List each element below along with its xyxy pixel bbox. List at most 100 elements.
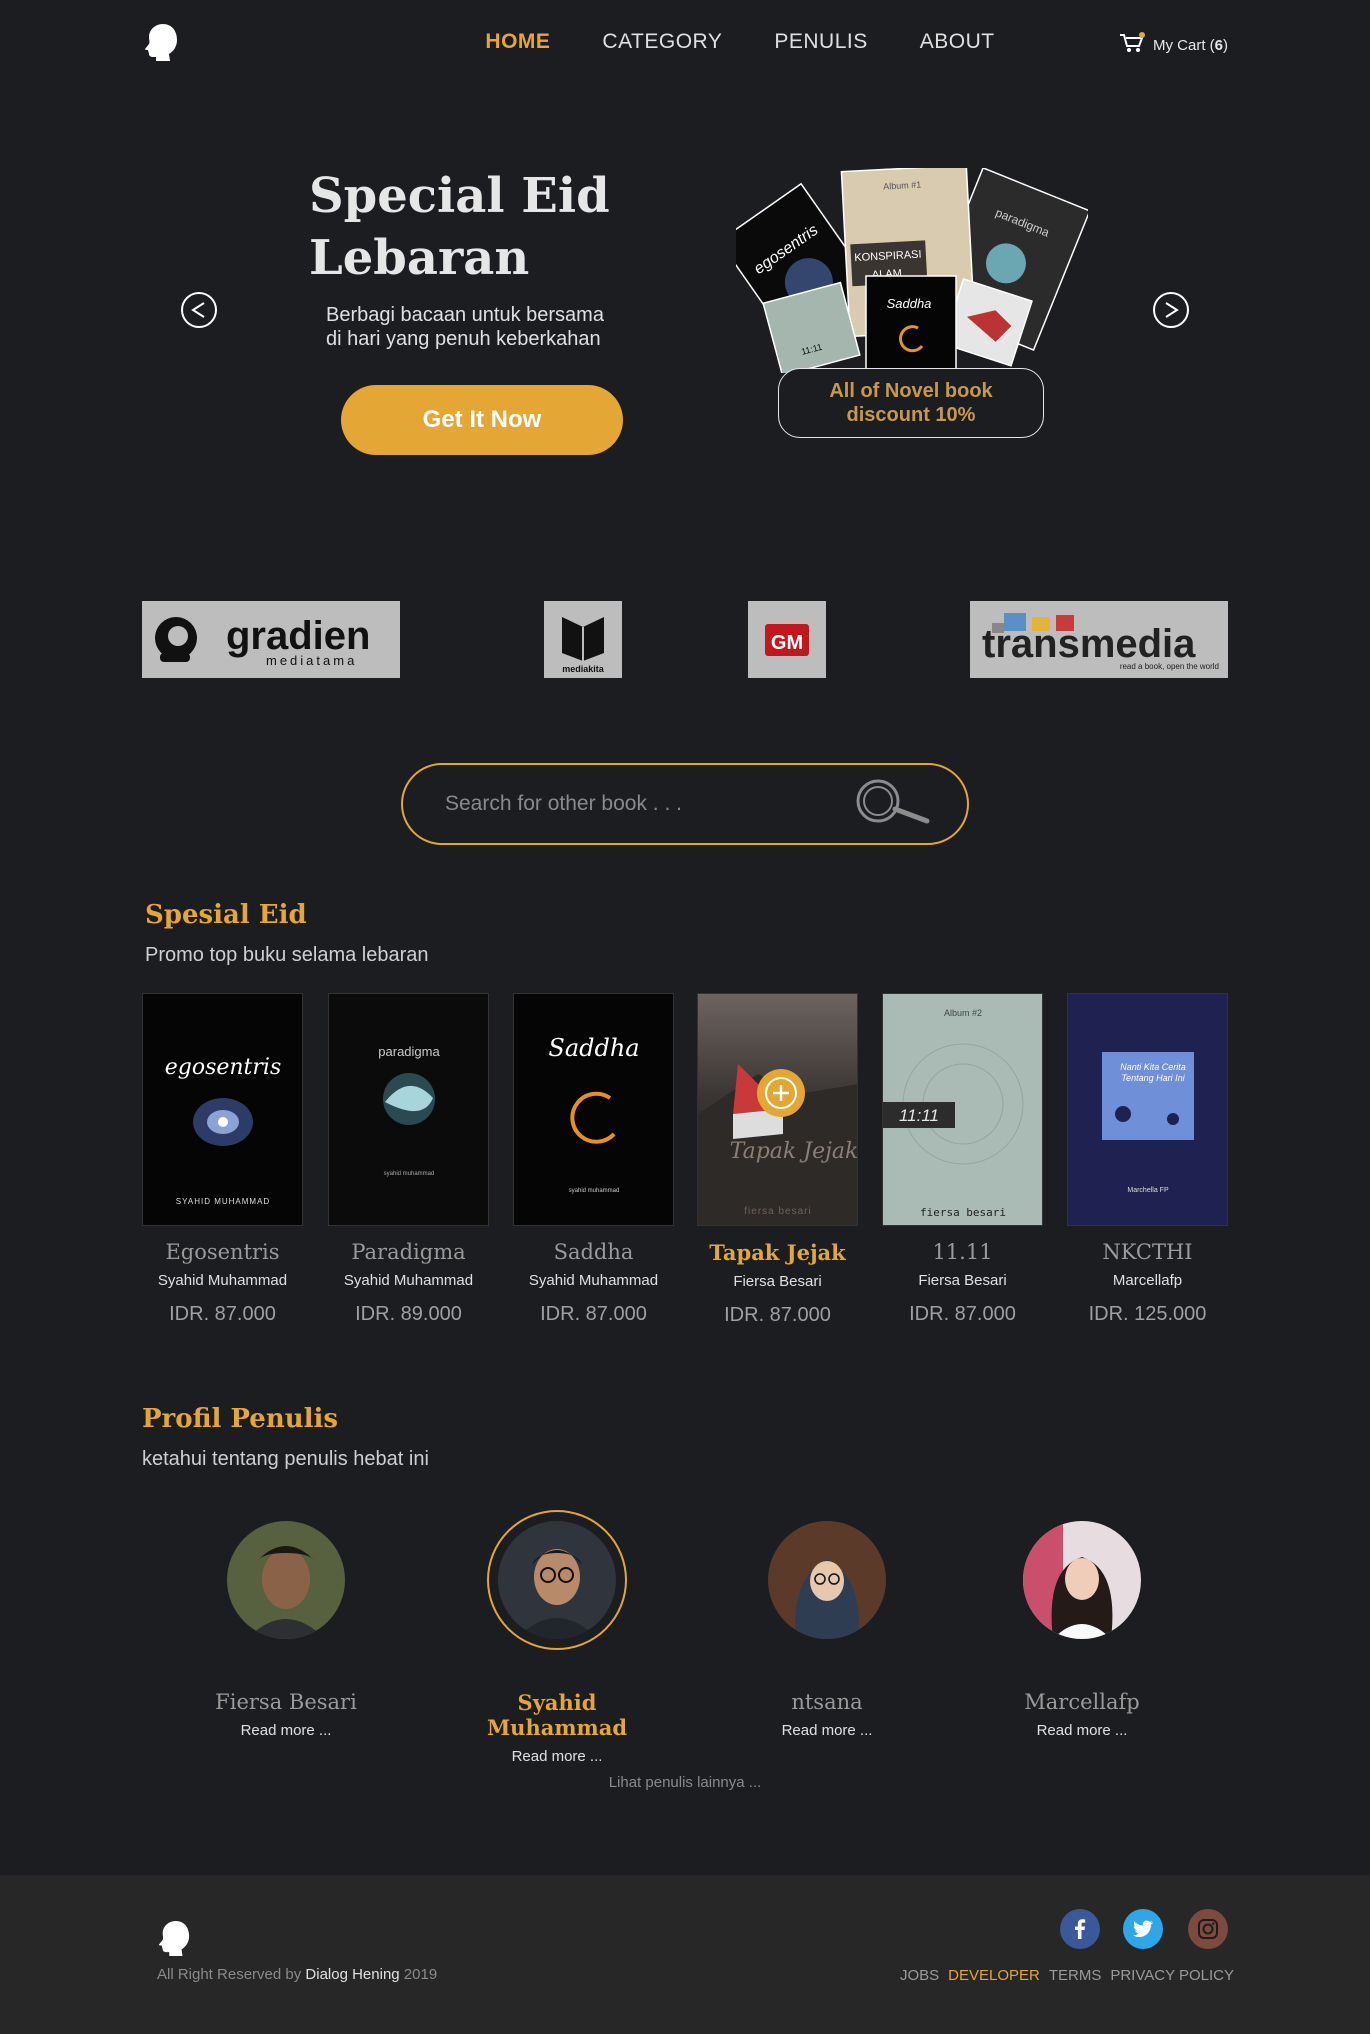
footer-link-developer[interactable]: DEVELOPER [948,1967,1040,1984]
author-card-fiersa-besari[interactable]: Fiersa Besari Read more ... [191,1510,381,1739]
svg-text:SYAHID MUHAMMAD: SYAHID MUHAMMAD [176,1197,270,1206]
book-card-paradigma[interactable]: paradigma syahid muhammad Paradigma Syah… [328,993,489,1326]
cart-button[interactable]: My Cart (6) [1119,32,1228,58]
read-more-link[interactable]: Read more ... [462,1748,652,1765]
arrow-right-icon [1165,302,1179,318]
instagram-button[interactable] [1188,1909,1228,1949]
hero-title: Special Eid Lebaran [309,168,610,286]
svg-text:read a book, open the world: read a book, open the world [1120,662,1219,671]
cart-count: 6 [1214,36,1223,54]
avatar [1023,1521,1141,1639]
authors-section-title: Profil Penulis [142,1404,339,1434]
book-price: IDR. 89.000 [355,1303,462,1325]
book-card-egosentris[interactable]: egosentris SYAHID MUHAMMAD Egosentris Sy… [142,993,303,1326]
book-author: Syahid Muhammad [528,1272,659,1289]
add-to-cart-button[interactable] [757,1069,805,1117]
svg-text:11:11: 11:11 [899,1106,939,1125]
nav-about[interactable]: ABOUT [920,30,995,54]
get-it-now-button[interactable]: Get It Now [341,385,623,455]
book-card-saddha[interactable]: Saddha syahid muhammad Saddha Syahid Muh… [513,993,674,1326]
book-cover: Nanti Kita Cerita Tentang Hari Ini March… [1067,993,1228,1226]
carousel-prev-button[interactable] [181,292,217,328]
book-card-11-11[interactable]: Album #2 11:11 fiersa besari 11.11 Fiers… [882,993,1043,1326]
author-card-syahid-muhammad[interactable]: Syahid Muhammad Read more ... [462,1510,652,1765]
svg-text:fiersa besari: fiersa besari [920,1206,1006,1219]
nav-category[interactable]: CATEGORY [602,30,722,54]
cart-icon [1119,32,1145,58]
book-price: IDR. 87.000 [169,1303,276,1325]
svg-text:gradien: gradien [226,614,370,658]
book-price: IDR. 87.000 [540,1303,647,1325]
footer [0,1875,1370,2034]
publisher-mediakita-logo[interactable]: mediakita [544,601,622,678]
svg-text:syahid muhammad: syahid muhammad [384,1171,435,1177]
svg-text:Saddha: Saddha [548,1034,639,1062]
book-cover: paradigma syahid muhammad [328,993,489,1226]
svg-text:Marchella FP: Marchella FP [1127,1187,1169,1194]
carousel-next-button[interactable] [1153,292,1189,328]
search-icon[interactable] [855,777,931,832]
book-author: Marcellafp [1112,1272,1183,1289]
avatar [227,1521,345,1639]
facebook-icon [1075,1919,1086,1939]
publisher-gm-logo[interactable]: GM [748,601,826,678]
svg-text:fiersa besari: fiersa besari [744,1206,811,1217]
facebook-button[interactable] [1060,1909,1100,1949]
svg-text:Saddha: Saddha [887,296,932,311]
book-cover: Tapak Jejak fiersa besari [697,993,858,1226]
publisher-transmedia-logo[interactable]: transmedia read a book, open the world [970,601,1228,678]
svg-text:GM: GM [771,632,803,654]
book-title: Saddha [553,1240,634,1264]
discount-badge: All of Novel book discount 10% [778,368,1044,438]
author-card-ntsana[interactable]: ntsana Read more ... [732,1510,922,1739]
special-section-subtitle: Promo top buku selama lebaran [145,944,429,966]
book-title: NKCTHI [1102,1240,1193,1264]
svg-text:Album #2: Album #2 [944,1008,982,1018]
plus-icon [765,1077,797,1109]
svg-text:mediatama: mediatama [266,653,357,668]
author-card-marcellafp[interactable]: Marcellafp Read more ... [987,1510,1177,1739]
book-cover: Saddha syahid muhammad [513,993,674,1226]
nav-home[interactable]: HOME [485,30,550,54]
read-more-link[interactable]: Read more ... [191,1722,381,1739]
author-name: Syahid Muhammad [486,1690,628,1740]
read-more-link[interactable]: Read more ... [987,1722,1177,1739]
book-price: IDR. 87.000 [909,1303,1016,1325]
footer-link-privacy-policy[interactable]: PRIVACY POLICY [1110,1967,1234,1984]
arrow-left-icon [191,302,205,318]
book-card-tapak-jejak[interactable]: Tapak Jejak fiersa besari Tapak Jejak Fi… [697,993,858,1327]
author-name: Fiersa Besari [215,1690,357,1714]
more-authors-link[interactable]: Lihat penulis lainnya ... [0,1774,1370,1791]
read-more-link[interactable]: Read more ... [732,1722,922,1739]
copyright-text: All Right Reserved by Dialog Hening 2019 [157,1966,438,1983]
book-card-nkcthi[interactable]: Nanti Kita Cerita Tentang Hari Ini March… [1067,993,1228,1326]
book-cover: Album #2 11:11 fiersa besari [882,993,1043,1226]
author-avatar-frame [1012,1510,1152,1650]
author-name: Marcellafp [1024,1690,1140,1714]
author-avatar-frame [487,1510,627,1650]
brand-link[interactable]: Dialog Hening [305,1966,399,1983]
svg-text:paradigma: paradigma [378,1044,440,1059]
footer-link-jobs[interactable]: JOBS [900,1967,939,1984]
svg-text:transmedia: transmedia [982,622,1196,666]
search-input[interactable] [445,792,855,816]
book-author: Syahid Muhammad [157,1272,288,1289]
book-price: IDR. 125.000 [1088,1303,1207,1325]
svg-text:Album #1: Album #1 [883,180,922,192]
author-avatar-frame [757,1510,897,1650]
avatar [768,1521,886,1639]
nav-penulis[interactable]: PENULIS [774,30,867,54]
svg-text:mediakita: mediakita [562,664,605,674]
authors-section-subtitle: ketahui tentang penulis hebat ini [142,1448,429,1470]
publisher-gradien-logo[interactable]: gradien mediatama [142,601,400,678]
twitter-icon [1133,1920,1153,1937]
author-avatar-frame [216,1510,356,1650]
book-author: Fiersa Besari [918,1272,1007,1289]
svg-text:egosentris: egosentris [165,1055,282,1080]
author-name: ntsana [791,1690,863,1714]
twitter-button[interactable] [1123,1909,1163,1949]
svg-text:Tapak Jejak: Tapak Jejak [730,1139,858,1164]
footer-link-terms[interactable]: TERMS [1049,1967,1102,1984]
footer-links: JOBS DEVELOPER TERMS PRIVACY POLICY [900,1967,1234,1984]
book-price: IDR. 87.000 [724,1304,831,1326]
